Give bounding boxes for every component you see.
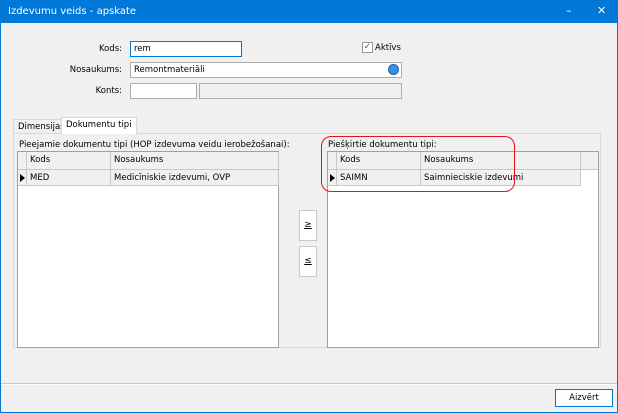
available-title: Pieejamie dokumentu tipi (HOP izdevuma v… xyxy=(19,140,290,150)
close-button[interactable]: Aizvērt xyxy=(555,389,613,407)
kods-input[interactable]: rem xyxy=(130,41,242,57)
row-indicator-icon xyxy=(18,170,27,185)
globe-icon[interactable] xyxy=(388,64,399,75)
konts-label: Konts: xyxy=(95,86,122,96)
add-button[interactable]: ≥ xyxy=(299,210,317,241)
konts-input[interactable] xyxy=(130,83,197,99)
window-title: Izdevumu veids - apskate xyxy=(8,6,137,17)
table-row[interactable]: MED Medicīniskie izdevumi, OVP xyxy=(18,170,279,186)
footer-divider xyxy=(1,383,617,385)
title-bar: Izdevumu veids - apskate – ✕ xyxy=(1,1,617,23)
highlight-annotation xyxy=(321,136,515,192)
close-icon[interactable]: ✕ xyxy=(597,4,606,17)
cell-nosaukums: Medicīniskie izdevumi, OVP xyxy=(111,170,279,185)
tab-dokumentu-tipi[interactable]: Dokumentu tipi xyxy=(61,117,137,134)
aktivs-checkbox[interactable]: ✓ xyxy=(362,42,373,53)
cell-kods: MED xyxy=(27,170,111,185)
aktivs-label: Aktīvs xyxy=(375,43,401,53)
nosaukums-input[interactable]: Remontmateriāli xyxy=(130,62,402,78)
available-grid: Kods Nosaukums MED Medicīniskie izdevumi… xyxy=(17,151,279,348)
konts-name-field xyxy=(199,83,402,99)
kods-label: Kods: xyxy=(98,44,122,54)
nosaukums-label: Nosaukums: xyxy=(69,65,122,75)
column-header-nosaukums[interactable]: Nosaukums xyxy=(111,152,279,169)
remove-button[interactable]: ≤ xyxy=(299,246,317,277)
minimize-icon[interactable]: – xyxy=(566,4,572,17)
dialog-window: Izdevumu veids - apskate – ✕ Kods: rem ✓… xyxy=(0,0,618,413)
column-header-kods[interactable]: Kods xyxy=(27,152,111,169)
